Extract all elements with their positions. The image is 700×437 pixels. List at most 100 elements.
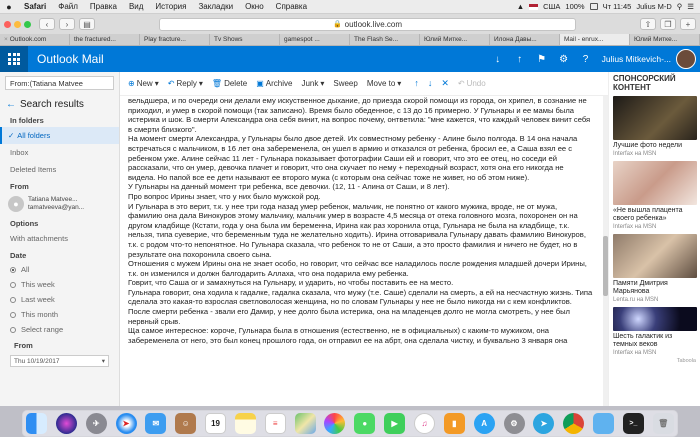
ad-image[interactable] [613,307,697,331]
ibooks-icon[interactable]: ▮ [443,413,465,434]
upload-icon[interactable]: ↑ [509,46,531,72]
date-option-this-month[interactable]: This month [0,307,119,322]
avatar[interactable] [676,49,696,69]
forward-icon[interactable]: › [59,18,75,30]
tabs-overview-icon[interactable]: ❐ [660,18,676,30]
ad-headline[interactable]: Шесть галактик из темных веков [613,333,696,349]
menu-help[interactable]: Справка [270,2,313,11]
folder-deleted-items[interactable]: Deleted Items [0,161,119,178]
reminders-icon[interactable]: ≡ [264,413,286,434]
ad-image[interactable] [613,161,697,205]
menu-history[interactable]: История [149,2,192,11]
close-tab-icon[interactable]: × [4,36,8,43]
wifi-icon[interactable]: ▲ [517,2,524,11]
ad-item[interactable]: Лучшие фото недели Interfax на MSN [613,96,697,157]
calendar-icon[interactable]: 19 [205,413,227,434]
delete-button[interactable]: 🗑 Delete [212,79,247,88]
folder-inbox[interactable]: Inbox [0,144,119,161]
clock[interactable]: Чт 11:45 [603,2,632,11]
browser-tab[interactable]: × Outlook.com [0,34,70,45]
ad-item[interactable]: Памяти Дмитрия Марьянова Lenta.ru на MSN [613,234,697,303]
contacts-icon[interactable]: ☺ [175,413,197,434]
sweep-button[interactable]: Sweep [333,79,357,88]
language-flag-icon[interactable] [529,3,539,10]
user-name[interactable]: Julius Mitkevich-... [597,54,676,64]
date-option-last-week[interactable]: Last week [0,292,119,307]
back-icon[interactable]: ‹ [39,18,55,30]
previous-message-icon[interactable]: ↑ [414,78,419,89]
notes-icon[interactable] [234,413,256,434]
sidebar-icon[interactable]: ▤ [79,18,95,30]
back-arrow-icon[interactable]: ← [6,99,16,110]
close-message-icon[interactable]: ✕ [441,78,449,89]
junk-button[interactable]: Junk ▾ [301,79,324,88]
address-bar[interactable]: 🔒 outlook.live.com [159,17,576,31]
finder-icon[interactable] [26,413,47,434]
safari-icon[interactable]: ➤ [115,413,137,434]
new-tab-icon[interactable]: + [680,18,696,30]
terminal-icon[interactable]: >_ [622,413,644,434]
browser-tab[interactable]: Юлий Митке... [630,34,700,45]
notification-center-icon[interactable]: ☰ [687,2,694,11]
ad-item[interactable]: Шесть галактик из темных веков Interfax … [613,307,697,356]
gear-icon[interactable]: ⚙ [553,46,575,72]
folder-all-folders[interactable]: ✓ All folders [0,127,119,144]
menu-bookmarks[interactable]: Закладки [192,2,239,11]
app-launcher-icon[interactable] [0,46,28,72]
archive-button[interactable]: ▣ Archive [256,79,292,88]
browser-tab[interactable]: The Flash Se... [350,34,420,45]
telegram-icon[interactable]: ➤ [533,413,555,434]
search-input[interactable]: From:(Tatiana Matvee [5,76,114,90]
search-icon[interactable]: ⚲ [677,2,683,11]
trash-icon[interactable]: 🗑 [652,413,674,434]
ad-image[interactable] [613,96,697,140]
ad-headline[interactable]: Памяти Дмитрия Марьянова [613,280,696,296]
browser-tab[interactable]: Play fracture... [140,34,210,45]
sponsor-label[interactable]: Taboola [613,358,696,364]
date-option-select-range[interactable]: Select range [0,322,119,337]
move-to-button[interactable]: Move to ▾ [367,79,401,88]
with-attachments-option[interactable]: With attachments [0,230,119,247]
ad-headline[interactable]: Лучшие фото недели [613,142,696,150]
zoom-window-icon[interactable] [24,20,31,28]
photos-icon[interactable] [324,413,346,434]
menu-window[interactable]: Окно [239,2,270,11]
maps-icon[interactable] [294,413,316,434]
mail-icon[interactable]: ✉ [145,413,167,434]
close-window-icon[interactable] [4,20,11,28]
chrome-icon[interactable] [563,413,585,434]
system-preferences-icon[interactable]: ⚙ [503,413,525,434]
share-icon[interactable]: ⇧ [640,18,656,30]
reply-button[interactable]: ↶ Reply ▾ [168,79,203,88]
ad-item[interactable]: «Не вышла плацента своего ребенка» Inter… [613,161,697,230]
siri-icon[interactable] [55,413,77,434]
ad-image[interactable] [613,234,697,278]
browser-tab[interactable]: Tv Shows [210,34,280,45]
browser-tab[interactable]: Илона Давы... [490,34,560,45]
launchpad-icon[interactable]: ✈ [85,413,107,434]
browser-tab[interactable]: Юлий Митке... [420,34,490,45]
menu-app[interactable]: Safari [18,2,52,11]
menu-view[interactable]: Вид [123,2,149,11]
app-store-icon[interactable]: A [473,413,495,434]
from-person[interactable]: ● Tatiana Matvee... tamatveeva@yan... [0,193,119,215]
date-option-all[interactable]: All [0,262,119,277]
minimize-window-icon[interactable] [14,20,21,28]
menu-edit[interactable]: Правка [84,2,123,11]
input-language[interactable]: США [543,2,560,11]
from-date-picker[interactable]: Thu 10/19/2017 ▾ [10,355,109,368]
help-icon[interactable]: ? [575,46,597,72]
new-button[interactable]: ⊕ New ▾ [128,79,159,88]
browser-tab-active[interactable]: Mail - enrux... [560,34,630,45]
menu-file[interactable]: Файл [52,2,84,11]
battery-icon[interactable] [589,3,598,10]
apple-icon[interactable]: ● [0,2,18,12]
ad-headline[interactable]: «Не вышла плацента своего ребенка» [613,207,696,223]
undo-button[interactable]: ↶ Undo [458,79,486,88]
date-option-this-week[interactable]: This week [0,277,119,292]
download-icon[interactable]: ↓ [487,46,509,72]
user-menu[interactable]: Julius M-D [636,2,671,11]
battery-percent[interactable]: 100% [565,2,584,11]
app-title[interactable]: Outlook Mail [28,52,104,66]
next-message-icon[interactable]: ↓ [428,78,433,89]
